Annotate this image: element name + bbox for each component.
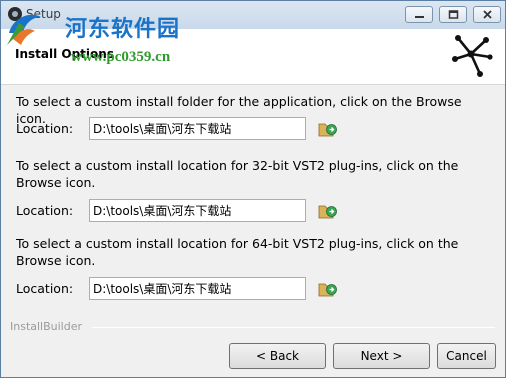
app-location-field[interactable] [89, 117, 306, 140]
vst2-32bit-browse-icon[interactable] [318, 202, 338, 220]
watermark-logo-icon [7, 14, 41, 45]
vst2-64bit-browse-icon[interactable] [318, 280, 338, 298]
minimize-icon [415, 16, 424, 18]
maximize-icon [448, 10, 459, 19]
watermark: 河东软件园 www.pc0359.cn [5, 3, 215, 67]
app-folder-browse-icon[interactable] [318, 120, 338, 138]
minimize-button[interactable] [405, 6, 433, 23]
vst2-32bit-location-field[interactable] [89, 199, 306, 222]
app-location-label: Location: [16, 121, 74, 136]
back-button[interactable]: < Back [229, 343, 326, 369]
brand-logo-icon [452, 35, 493, 77]
close-icon [483, 10, 492, 19]
vst2-32bit-instruction: To select a custom install location for … [16, 158, 459, 190]
installbuilder-brand: InstallBuilder [10, 320, 83, 333]
vst2-64bit-instruction: To select a custom install location for … [16, 236, 459, 268]
vst2-64bit-location-label: Location: [16, 281, 74, 296]
vst2-32bit-location-label: Location: [16, 203, 74, 218]
vst2-64bit-location-field[interactable] [89, 277, 306, 300]
setup-window: Setup Install Options 河东软件园 www.pc0359.c… [0, 0, 506, 378]
watermark-site-name: 河东软件园 [65, 16, 181, 42]
footer-divider [92, 327, 495, 328]
close-button[interactable] [473, 6, 501, 23]
maximize-button[interactable] [439, 6, 467, 23]
next-button[interactable]: Next > [333, 343, 430, 369]
cancel-button[interactable]: Cancel [437, 343, 496, 369]
watermark-url: www.pc0359.cn [71, 49, 171, 65]
